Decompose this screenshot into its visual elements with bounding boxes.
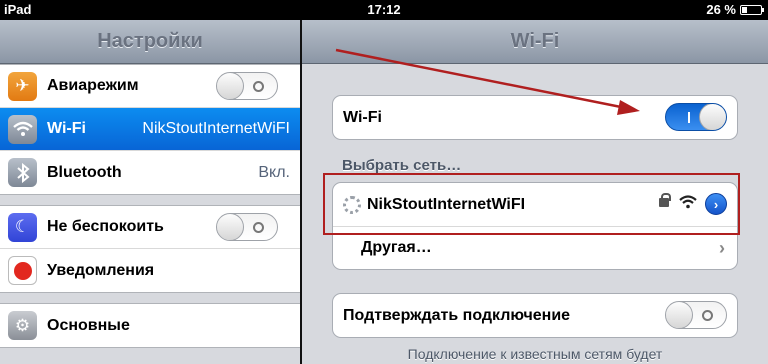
settings-group-connectivity: ✈ Авиарежим Wi-Fi NikStoutInternetWiFI B… xyxy=(0,64,300,195)
sidebar-item-label: Wi-Fi xyxy=(47,120,86,137)
battery-status: 26 % xyxy=(706,2,764,17)
ask-join-card: Подтверждать подключение xyxy=(332,293,738,338)
wifi-navbar: Wi-Fi xyxy=(302,20,768,64)
wifi-switch[interactable] xyxy=(665,103,727,131)
ask-join-label: Подтверждать подключение xyxy=(343,306,571,324)
settings-sidebar: Настройки ✈ Авиарежим Wi-Fi NikStoutInte… xyxy=(0,20,300,364)
sidebar-item-label: Уведомления xyxy=(47,261,155,279)
settings-navbar: Настройки xyxy=(0,20,300,64)
settings-group-notifications: ☾ Не беспокоить Уведомления xyxy=(0,205,300,293)
sidebar-item-notifications[interactable]: Уведомления xyxy=(0,249,300,292)
clock: 17:12 xyxy=(367,2,401,17)
settings-title: Настройки xyxy=(97,30,203,52)
sidebar-item-do-not-disturb[interactable]: ☾ Не беспокоить xyxy=(0,206,300,249)
sidebar-item-value: Вкл. xyxy=(258,163,290,181)
sidebar-item-value: NikStoutInternetWiFI xyxy=(142,120,290,137)
battery-icon xyxy=(740,4,764,15)
airplane-mode-switch[interactable] xyxy=(216,72,278,100)
sidebar-item-label: Bluetooth xyxy=(47,163,122,181)
ask-join-footnote: Подключение к известным сетям будет xyxy=(407,346,663,362)
wifi-icon xyxy=(8,114,37,144)
notifications-icon xyxy=(8,256,37,285)
ask-join-switch[interactable] xyxy=(665,301,727,329)
choose-network-header: Выбрать сеть… xyxy=(342,157,462,174)
battery-percent: 26 % xyxy=(706,2,736,17)
settings-list: ✈ Авиарежим Wi-Fi NikStoutInternetWiFI B… xyxy=(0,64,300,348)
sidebar-item-label: Авиарежим xyxy=(47,77,139,94)
bluetooth-icon xyxy=(8,158,37,187)
sidebar-item-airplane-mode[interactable]: ✈ Авиарежим xyxy=(0,65,300,108)
chevron-right-icon: › xyxy=(719,238,725,258)
wifi-toggle-card: Wi-Fi xyxy=(332,95,738,140)
wifi-toggle-label: Wi-Fi xyxy=(343,108,382,126)
network-highlight-box xyxy=(323,173,740,235)
ask-join-row: Подтверждать подключение xyxy=(333,294,737,337)
wifi-page-title: Wi-Fi xyxy=(510,30,560,52)
other-network-label: Другая… xyxy=(361,239,432,256)
status-bar: iPad 17:12 26 % xyxy=(0,0,768,20)
wifi-toggle-row: Wi-Fi xyxy=(333,96,737,139)
do-not-disturb-switch[interactable] xyxy=(216,213,278,241)
sidebar-item-label: Основные xyxy=(47,316,130,334)
airplane-icon: ✈ xyxy=(8,71,37,101)
settings-group-general: ⚙ Основные xyxy=(0,303,300,348)
moon-icon: ☾ xyxy=(8,212,37,242)
sidebar-item-label: Не беспокоить xyxy=(47,218,164,235)
sidebar-item-bluetooth[interactable]: Bluetooth Вкл. xyxy=(0,151,300,194)
gear-icon: ⚙ xyxy=(8,311,37,340)
sidebar-item-wifi[interactable]: Wi-Fi NikStoutInternetWiFI xyxy=(0,108,300,151)
sidebar-item-general[interactable]: ⚙ Основные xyxy=(0,304,300,347)
